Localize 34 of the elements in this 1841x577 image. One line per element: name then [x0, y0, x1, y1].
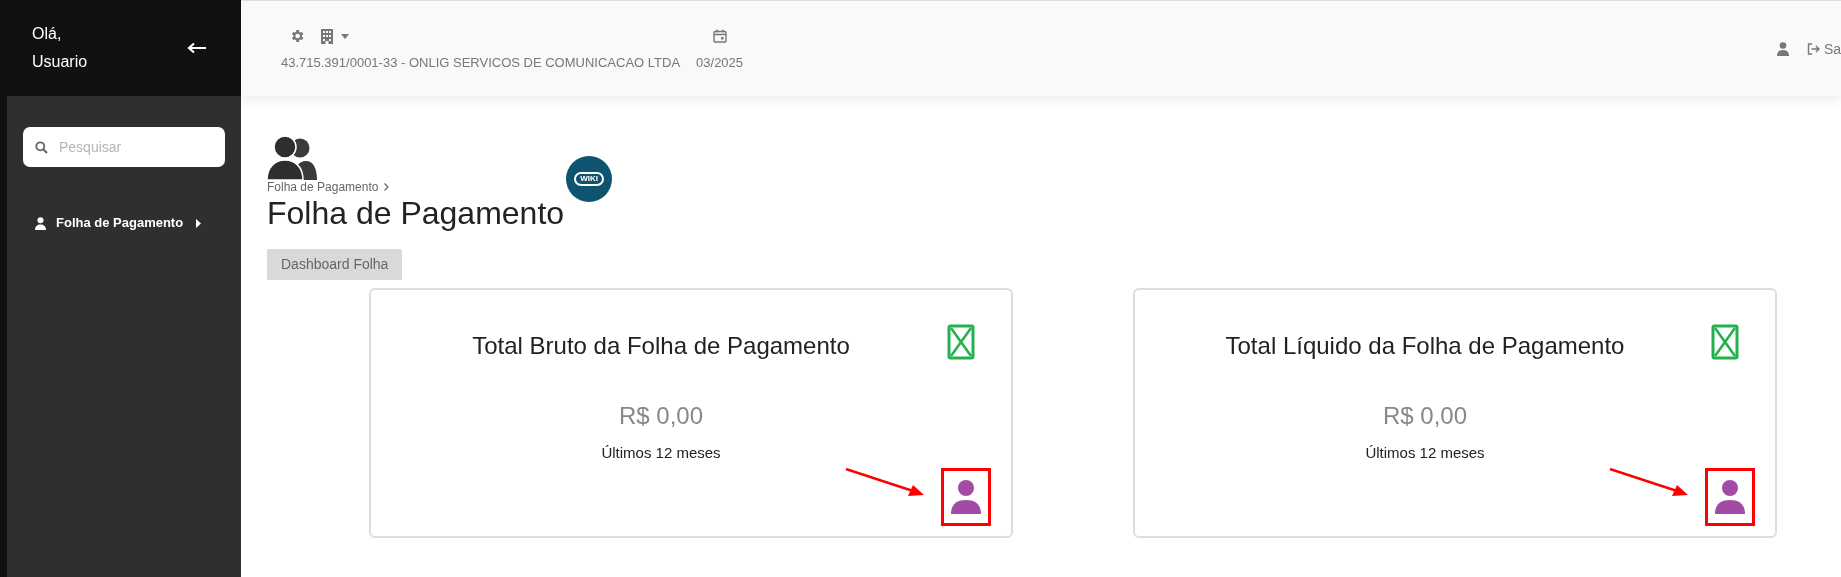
calendar-icon[interactable]: [712, 29, 727, 43]
person-icon: [1715, 480, 1745, 514]
building-icon: [321, 28, 333, 44]
period-text: 03/2025: [696, 54, 744, 72]
card-caption: Últimos 12 meses: [1365, 444, 1485, 462]
chevron-icon: [384, 183, 390, 191]
user-icon[interactable]: [1776, 42, 1789, 56]
breadcrumb-link[interactable]: Folha de Pagamento: [267, 180, 379, 194]
user-icon: [35, 216, 46, 230]
person-icon: [951, 480, 981, 514]
caret-icon: [341, 33, 349, 39]
card-value: R$ 0,00: [1382, 402, 1468, 430]
page-title: Folha de Pagamento: [267, 194, 565, 232]
caret-right-icon: [196, 218, 201, 228]
spreadsheet-icon[interactable]: [1711, 324, 1739, 360]
company-dropdown[interactable]: [321, 28, 349, 44]
search-icon: [35, 141, 48, 154]
spreadsheet-icon[interactable]: [947, 324, 975, 360]
tab[interactable]: Dashboard Folha: [267, 249, 403, 280]
card-title: Total Líquido da Folha de Pagamento: [1225, 332, 1625, 360]
card-value: R$ 0,00: [618, 402, 704, 430]
sidebar-item[interactable]: Folha de Pagamento: [23, 211, 225, 235]
logout-icon: [1806, 43, 1820, 55]
card-title: Total Bruto da Folha de Pagamento: [472, 332, 850, 360]
greeting-text: Olá,: [32, 24, 63, 44]
card-caption: Últimos 12 meses: [601, 444, 721, 462]
search-field[interactable]: Pesquisar: [23, 127, 225, 167]
wiki-badge[interactable]: WIKI: [566, 156, 613, 202]
user-name: Usuario: [32, 52, 88, 72]
company-name: 43.715.391/0001-33 - ONLIG SERVICOS DE COMUNICACAO LTDA: [281, 54, 681, 72]
settings-icon[interactable]: [289, 28, 305, 44]
people-icon: [267, 136, 317, 180]
back-arrow-icon[interactable]: [187, 42, 207, 54]
logout-link[interactable]: Sa: [1806, 41, 1841, 57]
